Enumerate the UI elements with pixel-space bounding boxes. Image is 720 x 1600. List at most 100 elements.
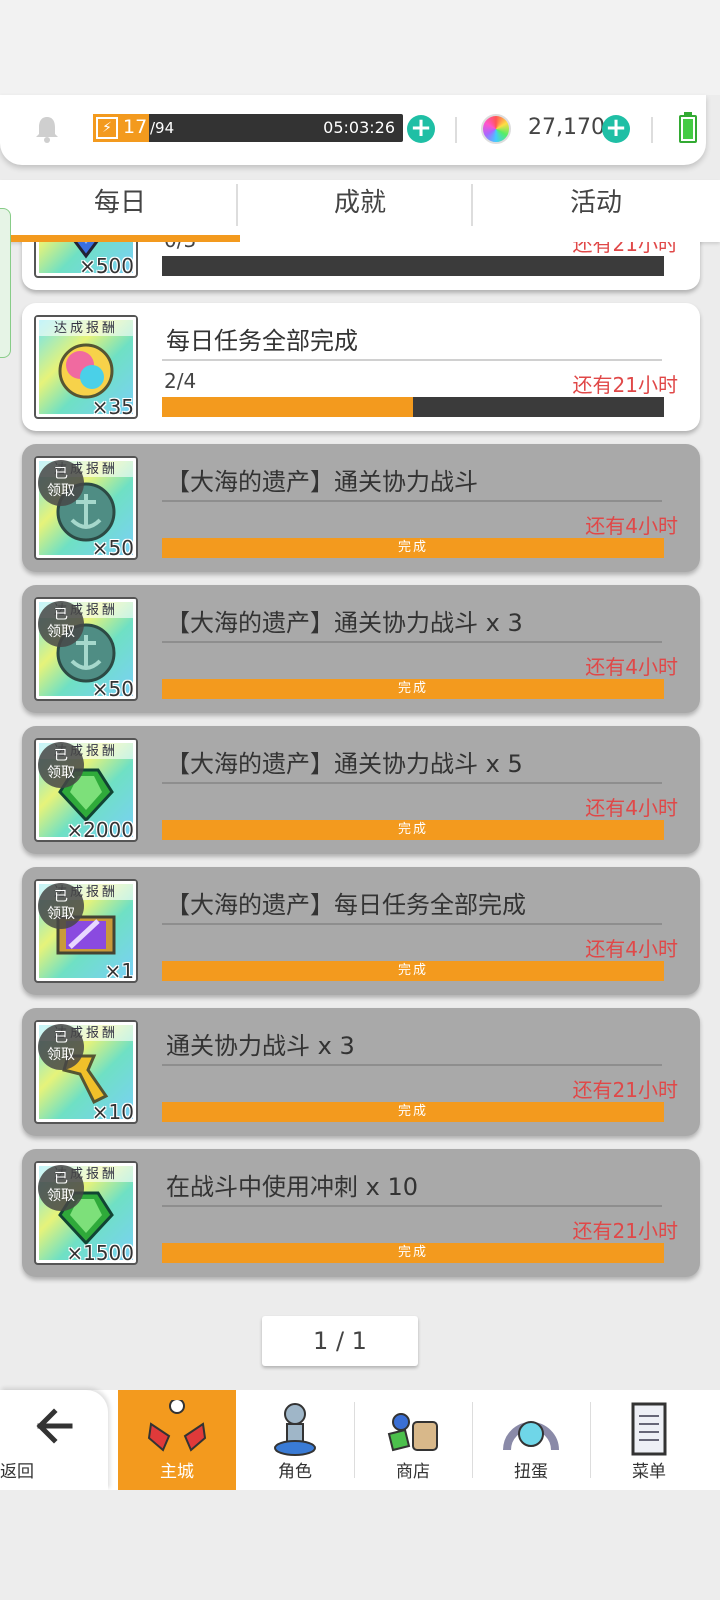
progress-bar: 完成 <box>162 1243 664 1263</box>
task-card[interactable]: 达成报酬 ×1 已领取 【大海的遗产】每日任务全部完成 还有4小时 完成 <box>22 867 700 995</box>
divider <box>455 117 457 143</box>
reward-quantity: ×35 <box>91 395 134 419</box>
add-gems-button[interactable]: + <box>602 115 630 143</box>
bottom-nav: 返回 主城 角色 商店 扭蛋 菜单 <box>0 1390 720 1490</box>
task-card[interactable]: 达成报酬 ×35 每日任务全部完成 2/4 还有21小时 <box>22 303 700 431</box>
reward-quantity: ×10 <box>91 1100 134 1124</box>
nav-shop[interactable]: 商店 <box>354 1390 472 1490</box>
task-progress: 2/4 <box>164 369 197 393</box>
nav-label: 扭蛋 <box>514 1462 548 1482</box>
time-remaining: 还有21小时 <box>572 373 678 397</box>
tab-achievements[interactable]: 成就 <box>240 180 480 242</box>
progress-bar: 完成 <box>162 1102 664 1122</box>
time-remaining: 还有21小时 <box>572 1219 678 1243</box>
lightning-icon: ⚡ <box>96 117 118 139</box>
shop-icon <box>387 1413 438 1452</box>
reward-icon-box: 达成报酬 ×10 已领取 <box>34 1020 138 1124</box>
claimed-badge: 已领取 <box>38 883 84 929</box>
nav-character[interactable]: 角色 <box>236 1390 354 1490</box>
progress-fill <box>162 397 413 417</box>
add-stamina-button[interactable]: + <box>407 115 435 143</box>
task-card[interactable]: 达成报酬 ×50 已领取 【大海的遗产】通关协力战斗 x 3 还有4小时 完成 <box>22 585 700 713</box>
claimed-badge: 已领取 <box>38 1024 84 1070</box>
divider <box>651 117 653 143</box>
menu-icon <box>631 1402 667 1456</box>
claimed-badge: 已领取 <box>38 742 84 788</box>
complete-label: 完成 <box>397 540 428 555</box>
progress-bar: 完成 <box>162 820 664 840</box>
task-progress: 0/3 <box>164 242 196 252</box>
nav-menu[interactable]: 菜单 <box>590 1390 708 1490</box>
nav-label: 主城 <box>160 1462 194 1482</box>
progress-bar <box>162 256 664 276</box>
task-card[interactable]: 达成报酬×500 0/3 还有21小时 <box>22 242 700 290</box>
claimed-badge: 已领取 <box>38 460 84 506</box>
task-card[interactable]: 达成报酬 ×1500 已领取 在战斗中使用冲刺 x 10 还有21小时 完成 <box>22 1149 700 1277</box>
gem-count: 27,170 <box>528 115 605 140</box>
character-icon <box>274 1403 316 1456</box>
reward-quantity: ×500 <box>79 254 134 278</box>
tab-events[interactable]: 活动 <box>476 180 716 242</box>
time-remaining: 还有21小时 <box>572 1078 678 1102</box>
task-title: 通关协力战斗 x 3 <box>166 1032 355 1060</box>
task-card[interactable]: 达成报酬 ×10 已领取 通关协力战斗 x 3 还有21小时 完成 <box>22 1008 700 1136</box>
time-remaining: 还有4小时 <box>585 514 678 538</box>
claimed-badge: 已领取 <box>38 1165 84 1211</box>
page-indicator: 1 / 1 <box>262 1316 418 1366</box>
resource-bar: ⚡ 17 /94 05:03:26 + 27,170 + <box>0 95 706 165</box>
divider <box>162 923 662 925</box>
complete-label: 完成 <box>397 822 428 837</box>
time-remaining: 还有4小时 <box>585 796 678 820</box>
divider <box>162 782 662 784</box>
reward-quantity: ×50 <box>91 677 134 701</box>
status-area <box>0 0 720 95</box>
divider <box>162 359 662 361</box>
gacha-icon <box>503 1421 559 1451</box>
reward-quantity: ×1500 <box>66 1241 134 1265</box>
task-title: 【大海的遗产】通关协力战斗 <box>166 468 478 496</box>
rainbow-orb-icon <box>58 343 114 399</box>
stamina-timer: 05:03:26 <box>323 118 395 137</box>
divider <box>236 184 238 226</box>
task-card[interactable]: 达成报酬 ×2000 已领取 【大海的遗产】通关协力战斗 x 5 还有4小时 完成 <box>22 726 700 854</box>
reward-icon-box: 达成报酬 ×35 <box>34 315 138 419</box>
tab-bar: 每日 成就 活动 <box>0 180 720 242</box>
reward-icon-box: 达成报酬×500 <box>34 242 138 278</box>
reward-quantity: ×50 <box>91 536 134 560</box>
nav-main-city[interactable]: 主城 <box>118 1390 236 1490</box>
task-title: 在战斗中使用冲刺 x 10 <box>166 1173 418 1201</box>
rainbow-gem-icon <box>481 114 511 144</box>
reward-icon-box: 达成报酬 ×1 已领取 <box>34 879 138 983</box>
task-title: 【大海的遗产】每日任务全部完成 <box>166 891 526 919</box>
back-button[interactable]: 返回 <box>0 1390 108 1490</box>
nav-label: 菜单 <box>632 1462 666 1482</box>
time-remaining: 还有21小时 <box>572 242 678 256</box>
complete-label: 完成 <box>397 681 428 696</box>
complete-label: 完成 <box>397 1245 428 1260</box>
nav-label: 商店 <box>396 1462 430 1482</box>
back-label: 返回 <box>0 1462 34 1482</box>
stamina-bar: ⚡ 17 /94 05:03:26 <box>93 114 403 142</box>
reward-quantity: ×1 <box>104 959 134 983</box>
progress-bar <box>162 397 664 417</box>
task-card[interactable]: 达成报酬 ×50 已领取 【大海的遗产】通关协力战斗 还有4小时 完成 <box>22 444 700 572</box>
claimed-badge: 已领取 <box>38 601 84 647</box>
reward-quantity: ×2000 <box>66 818 134 842</box>
progress-bar: 完成 <box>162 538 664 558</box>
time-remaining: 还有4小时 <box>585 937 678 961</box>
task-title: 【大海的遗产】通关协力战斗 x 5 <box>166 750 523 778</box>
nav-label: 角色 <box>278 1462 312 1482</box>
task-list[interactable]: 达成报酬×5000/3还有21小时达成报酬×35每日任务全部完成2/4还有21小… <box>0 242 720 1302</box>
divider <box>162 1205 662 1207</box>
back-arrow-icon <box>36 1408 73 1444</box>
bell-icon[interactable] <box>34 115 60 143</box>
reward-icon-box: 达成报酬 ×50 已领取 <box>34 456 138 560</box>
complete-label: 完成 <box>397 963 428 978</box>
nav-gacha[interactable]: 扭蛋 <box>472 1390 590 1490</box>
stamina-max: /94 <box>150 119 175 137</box>
main-city-icon <box>147 1400 207 1452</box>
reward-tag: 达成报酬 <box>36 317 136 336</box>
stamina-current: 17 <box>123 116 148 138</box>
tab-daily[interactable]: 每日 <box>0 180 240 242</box>
divider <box>162 641 662 643</box>
